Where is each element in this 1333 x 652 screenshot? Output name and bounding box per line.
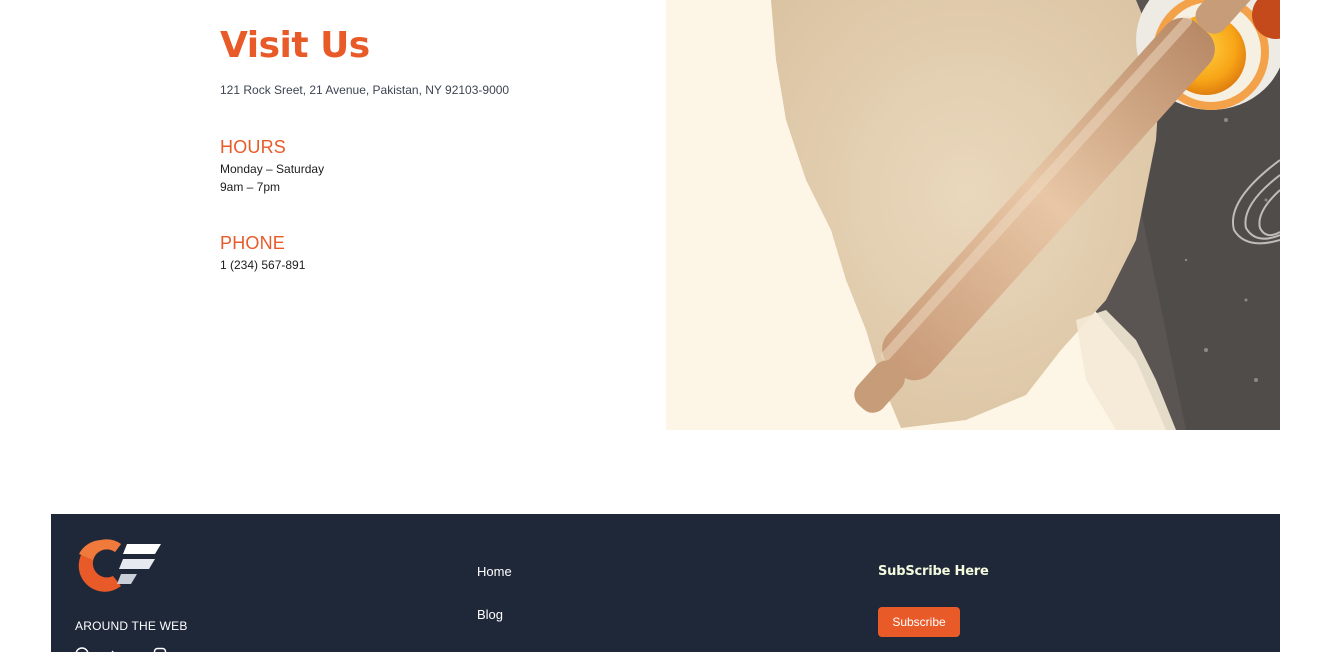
subscribe-title: SubScribe Here bbox=[878, 564, 989, 579]
around-the-web-label: AROUND THE WEB bbox=[75, 619, 188, 633]
phone-number[interactable]: 1 (234) 567-891 bbox=[220, 258, 305, 272]
subscribe-button[interactable]: Subscribe bbox=[878, 607, 960, 637]
visit-us-title: Visit Us bbox=[220, 25, 370, 66]
linkedin-icon[interactable] bbox=[127, 647, 141, 652]
instagram-icon[interactable] bbox=[153, 647, 167, 652]
footer-nav-blog[interactable]: Blog bbox=[477, 607, 503, 622]
brand-logo[interactable] bbox=[75, 538, 165, 592]
footer-nav-home[interactable]: Home bbox=[477, 564, 512, 579]
address-text: 121 Rock Sreet, 21 Avenue, Pakistan, NY … bbox=[220, 83, 510, 97]
twitter-icon[interactable] bbox=[101, 647, 115, 652]
facebook-icon[interactable] bbox=[75, 647, 89, 652]
phone-heading: PHONE bbox=[220, 233, 286, 253]
hours-time: 9am – 7pm bbox=[220, 180, 281, 194]
dough-rolling-pin-image bbox=[666, 0, 1280, 430]
hours-heading: HOURS bbox=[220, 137, 287, 157]
hours-days: Monday – Saturday bbox=[220, 162, 325, 176]
site-footer: AROUND THE WEB Home Blog SubScribe Here … bbox=[51, 514, 1280, 652]
social-links bbox=[75, 647, 167, 652]
